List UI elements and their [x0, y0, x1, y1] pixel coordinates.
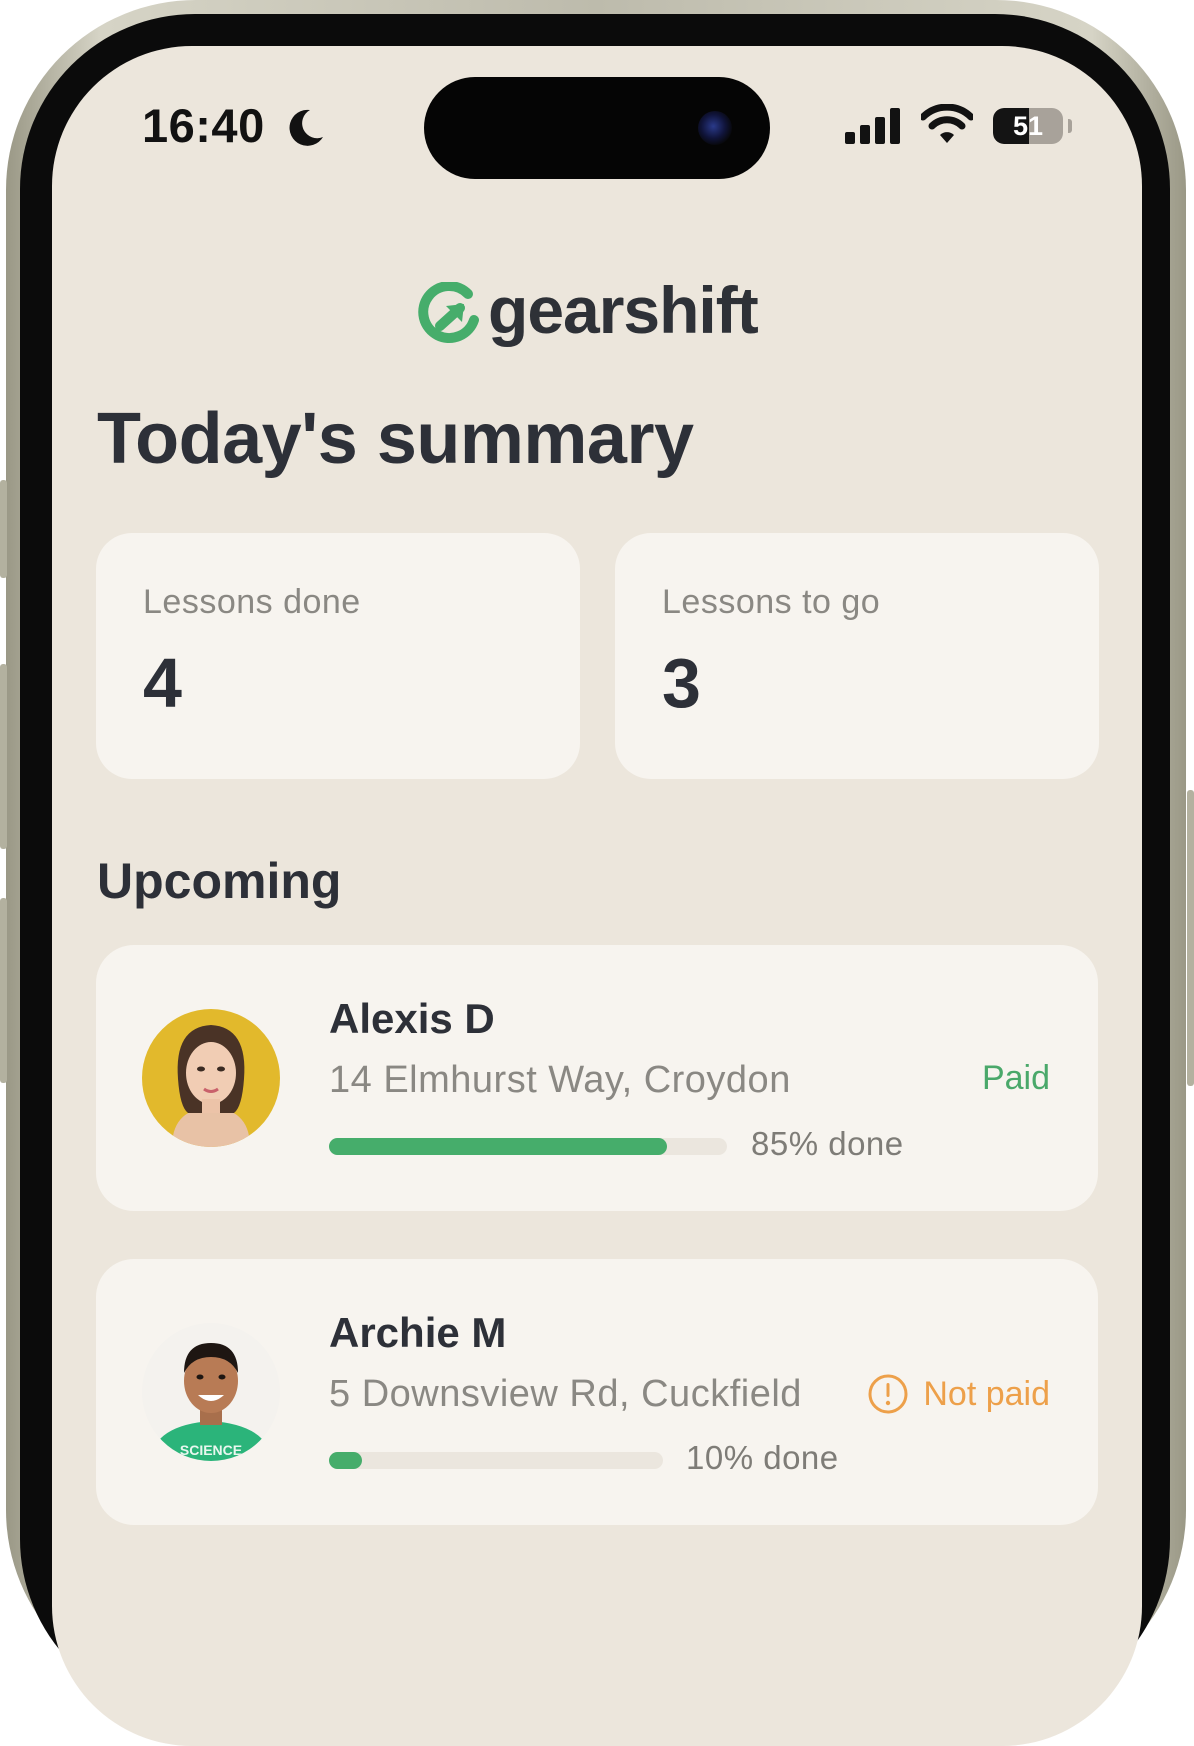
payment-status-label: Not paid — [923, 1374, 1050, 1413]
upcoming-section-title: Upcoming — [97, 853, 342, 909]
student-name: Archie M — [329, 1309, 507, 1356]
volume-down-button — [0, 898, 7, 1083]
avatar: SCIENCE — [142, 1323, 280, 1461]
battery-icon: 51 — [993, 108, 1063, 144]
progress-bar — [329, 1452, 663, 1469]
stat-card-lessons-done: Lessons done 4 — [96, 533, 580, 779]
student-address: 14 Elmhurst Way, Croydon — [329, 1059, 791, 1101]
progress-fill — [329, 1138, 668, 1155]
stat-label: Lessons to go — [662, 583, 881, 621]
battery-tip — [1068, 119, 1072, 133]
student-address: 5 Downsview Rd, Cuckfield — [329, 1373, 802, 1415]
progress-label: 85% done — [751, 1125, 904, 1162]
lesson-card[interactable]: Alexis D 14 Elmhurst Way, Croydon Paid 8… — [96, 945, 1098, 1211]
stat-value: 3 — [662, 644, 701, 722]
progress-label: 10% done — [686, 1439, 839, 1476]
gearshift-logo-icon — [418, 282, 479, 343]
cellular-signal-icon — [845, 108, 900, 144]
payment-status-not-paid: Not paid — [867, 1373, 1050, 1415]
side-button — [1187, 790, 1194, 1086]
progress-fill — [329, 1452, 363, 1469]
page-title: Today's summary — [97, 399, 694, 479]
warning-circle-icon — [868, 1374, 908, 1414]
stat-value: 4 — [143, 644, 182, 722]
svg-text:SCIENCE: SCIENCE — [180, 1442, 242, 1458]
battery-level: 51 — [1012, 111, 1044, 141]
dynamic-island — [424, 77, 770, 179]
progress-bar — [329, 1138, 727, 1155]
app-screen: 16:40 51 gearshift Today's summary Lesso… — [52, 46, 1142, 1746]
avatar — [142, 1009, 280, 1147]
status-time: 16:40 — [142, 99, 265, 152]
volume-up-button — [0, 664, 7, 849]
wifi-icon — [921, 104, 973, 143]
front-camera — [698, 111, 732, 145]
brand-name: gearshift — [488, 273, 759, 347]
moon-icon — [289, 109, 323, 146]
action-button — [0, 480, 7, 578]
stat-card-lessons-to-go: Lessons to go 3 — [615, 533, 1099, 779]
lesson-card[interactable]: SCIENCE Archie M 5 Downsview Rd, Cuckfie… — [96, 1259, 1098, 1525]
student-name: Alexis D — [329, 995, 495, 1042]
payment-status-paid: Paid — [981, 1059, 1050, 1097]
stat-label: Lessons done — [143, 583, 361, 621]
